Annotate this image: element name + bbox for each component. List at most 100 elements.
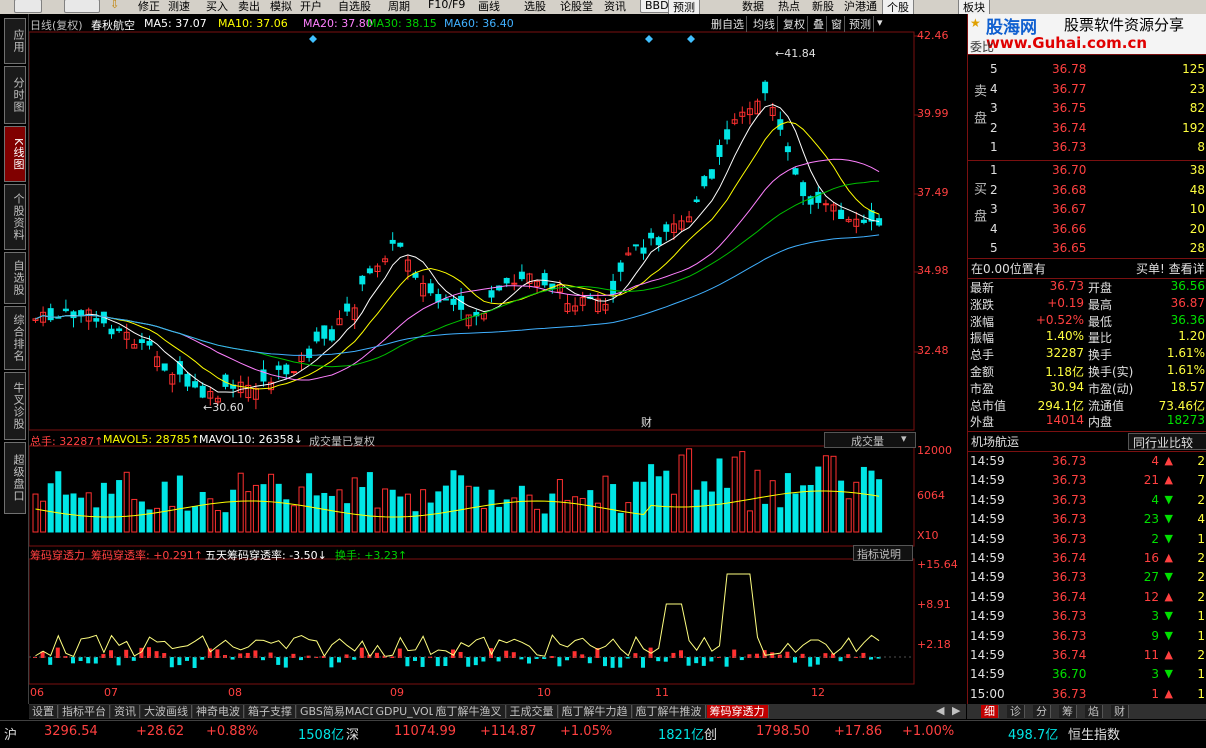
sz-index[interactable]: 11074.99 xyxy=(394,724,456,739)
event-marker[interactable]: 财 xyxy=(641,414,652,430)
nav-item-6[interactable]: 牛叉诊股 xyxy=(4,372,26,440)
toolbar-item-1[interactable]: 测速 xyxy=(168,0,190,14)
candle-body xyxy=(663,224,670,232)
indicator-tab-1[interactable]: 指标平台 xyxy=(59,705,110,718)
tick-count: 1 xyxy=(1197,609,1205,624)
toolbar-item-8[interactable]: F10/F9 xyxy=(428,0,465,11)
toolbar-item-7[interactable]: 周期 xyxy=(388,0,410,14)
indicator-tab-3[interactable]: 大波画线 xyxy=(141,705,192,718)
chevron-down-icon[interactable]: ▾ xyxy=(877,16,883,29)
indicator-tab-9[interactable]: 王成交量 xyxy=(506,705,558,718)
indicator-tab-11[interactable]: 庖丁解牛推波 xyxy=(632,705,706,718)
arrow-down-icon: ▼ xyxy=(1164,667,1173,681)
volume-bar xyxy=(374,507,381,533)
volume-indicator-dropdown[interactable]: 成交量 ▾ xyxy=(824,432,916,448)
volume-bar xyxy=(602,475,609,533)
industry-compare-label: 同行业比较 xyxy=(1133,436,1194,450)
nav-item-7[interactable]: 超级盘口 xyxy=(4,442,26,514)
toolbar-item-17[interactable]: 新股 xyxy=(812,0,834,14)
indicator-tab-4[interactable]: 神奇电波 xyxy=(193,705,244,718)
buy-order-row[interactable]: 1 36.70 38 xyxy=(968,163,1206,182)
right-panel-tab-1[interactable]: 诊 xyxy=(1007,705,1025,718)
buy-order-row[interactable]: 2 36.68 48 xyxy=(968,183,1206,202)
nav-item-1[interactable]: 分时图 xyxy=(4,66,26,124)
chart-header-button-1[interactable]: 均线 xyxy=(751,16,778,32)
diamond-marker-icon[interactable] xyxy=(687,35,695,43)
toolbar-item-3[interactable]: 卖出 xyxy=(238,0,260,14)
toolbar-item-11[interactable]: 论股堂 xyxy=(560,0,593,14)
toolbar-forward-button[interactable] xyxy=(64,0,100,13)
toolbar-item-6[interactable]: 自选股 xyxy=(338,0,371,14)
toolbar-item-19[interactable]: 个股 xyxy=(882,0,914,14)
sell-order-row[interactable]: 1 36.73 8 xyxy=(968,140,1206,159)
buy-order-row[interactable]: 3 36.67 10 xyxy=(968,202,1206,221)
indicator-bar xyxy=(527,657,531,664)
mavol5-value: MAVOL5: 28785↑ xyxy=(103,433,200,446)
volume-bar xyxy=(275,483,282,533)
nav-item-4[interactable]: 自选股 xyxy=(4,252,26,304)
toolbar-item-14[interactable]: 预测 xyxy=(668,0,700,14)
toolbar-item-2[interactable]: 买入 xyxy=(206,0,228,14)
industry-compare-button[interactable]: 同行业比较 xyxy=(1128,433,1206,450)
diamond-marker-icon[interactable] xyxy=(309,35,317,43)
indicator-tab-6[interactable]: GBS简易MACD xyxy=(297,705,382,718)
toolbar-item-4[interactable]: 模拟 xyxy=(270,0,292,14)
indicator-help-button[interactable]: 指标说明 xyxy=(853,545,913,561)
toolbar-item-18[interactable]: 沪港通 xyxy=(844,0,877,14)
nav-item-3[interactable]: 个股资料 xyxy=(4,184,26,250)
order-level: 1 xyxy=(990,163,998,177)
buy-order-row[interactable]: 4 36.66 20 xyxy=(968,222,1206,241)
chart-header-button-2[interactable]: 复权 xyxy=(781,16,808,32)
candle-body xyxy=(192,381,199,388)
industry-name[interactable]: 机场航运 xyxy=(971,433,1019,450)
indicator-tab-12[interactable]: 筹码穿透力 xyxy=(706,705,769,718)
toolbar-item-10[interactable]: 选股 xyxy=(524,0,546,14)
tick-price: 36.74 xyxy=(1052,589,1087,604)
volume-axis-label: 12000 xyxy=(917,444,952,457)
indicator-tab-10[interactable]: 庖丁解牛力趋 xyxy=(558,705,632,718)
sell-order-row[interactable]: 3 36.75 82 xyxy=(968,101,1206,120)
candle-body xyxy=(617,262,624,272)
toolbar-item-9[interactable]: 画线 xyxy=(478,0,500,14)
tick-time: 14:59 xyxy=(970,589,1005,604)
toolbar-item-0[interactable]: 修正 xyxy=(138,0,160,14)
buy-order-link[interactable]: 买单! 查看详 xyxy=(1136,260,1205,277)
indicator-tab-7[interactable]: GDPU_VOL xyxy=(372,705,439,718)
right-panel-tab-3[interactable]: 筹 xyxy=(1059,705,1077,718)
indicator-tab-8[interactable]: 庖丁解牛渔叉 xyxy=(432,705,506,718)
sell-order-row[interactable]: 4 36.77 23 xyxy=(968,82,1206,101)
nav-item-0[interactable]: 应用 xyxy=(4,18,26,64)
sh-index[interactable]: 3296.54 xyxy=(44,724,98,739)
right-panel-tab-2[interactable]: 分 xyxy=(1033,705,1051,718)
sell-order-row[interactable]: 2 36.74 192 xyxy=(968,121,1206,140)
sell-order-row[interactable]: 5 36.78 125 xyxy=(968,62,1206,81)
toolbar-item-20[interactable]: 板块 xyxy=(958,0,990,14)
download-icon[interactable]: ⇩ xyxy=(110,0,119,11)
right-panel-tab-0[interactable]: 细 xyxy=(981,705,999,718)
right-panel-tab-4[interactable]: 焰 xyxy=(1085,705,1103,718)
chart-header-button-5[interactable]: 预测 xyxy=(847,16,874,32)
chart-header-button-3[interactable]: 叠 xyxy=(811,16,827,32)
toolbar-item-15[interactable]: 数据 xyxy=(742,0,764,14)
indicator-tab-5[interactable]: 箱子支撑 xyxy=(245,705,296,718)
nav-item-2[interactable]: K线图 xyxy=(4,126,26,182)
toolbar-item-5[interactable]: 开户 xyxy=(300,0,322,14)
toolbar-item-12[interactable]: 资讯 xyxy=(604,0,626,14)
right-panel-tab-5[interactable]: 财 xyxy=(1111,705,1129,718)
cy-index[interactable]: 1798.50 xyxy=(756,724,810,739)
triangle-right-icon[interactable]: ▶ xyxy=(952,704,960,717)
order-volume: 23 xyxy=(1189,81,1205,96)
hs-index-label[interactable]: 恒生指数 xyxy=(1068,724,1120,743)
indicator-bar xyxy=(466,657,471,667)
indicator-tab-2[interactable]: 资讯 xyxy=(111,705,140,718)
chart-header-button-4[interactable]: 窗 xyxy=(829,16,845,32)
toolbar-item-16[interactable]: 热点 xyxy=(778,0,800,14)
indicator-tab-0[interactable]: 设置 xyxy=(29,705,58,718)
toolbar-back-button[interactable] xyxy=(14,0,42,13)
chart-header-button-0[interactable]: 删自选 xyxy=(709,16,747,32)
triangle-left-icon[interactable]: ◀ xyxy=(936,704,944,717)
volume-bar xyxy=(192,506,199,533)
arrow-up-icon: ▲ xyxy=(1164,686,1173,700)
nav-item-5[interactable]: 综合排名 xyxy=(4,306,26,370)
diamond-marker-icon[interactable] xyxy=(645,35,653,43)
